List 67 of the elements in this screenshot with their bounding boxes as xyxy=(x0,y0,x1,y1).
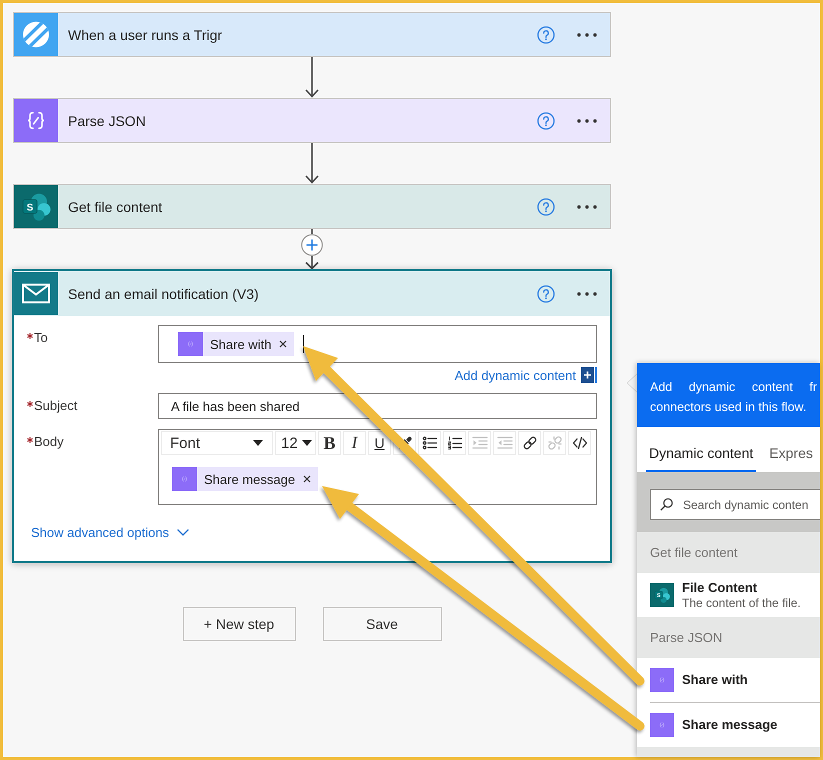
remove-icon[interactable] xyxy=(279,340,288,348)
step-title: Parse JSON xyxy=(68,112,146,128)
step-title: When a user runs a Trigr xyxy=(68,26,222,42)
braces-icon xyxy=(172,467,197,491)
help-icon[interactable] xyxy=(537,112,555,130)
advanced-options-link[interactable]: Show advanced options xyxy=(31,525,190,540)
underline-button[interactable]: U xyxy=(368,431,391,455)
font-dropdown[interactable]: Font xyxy=(161,431,273,455)
field-label: To xyxy=(34,330,48,345)
panel-tab[interactable]: Expres xyxy=(766,445,816,472)
more-icon[interactable] xyxy=(577,32,597,36)
more-icon[interactable] xyxy=(577,204,597,208)
intro-text: Add dynamic content fr connectors used in this flow. xyxy=(650,379,817,416)
step-title: Send an email notification (V3) xyxy=(68,286,259,302)
help-icon[interactable] xyxy=(537,284,555,302)
font-size-dropdown[interactable]: 12 xyxy=(275,431,316,455)
caret-icon xyxy=(302,440,312,446)
item-description: The content of the file. xyxy=(682,596,801,610)
field-label: Body xyxy=(34,434,64,449)
caret-icon xyxy=(253,440,263,446)
search-field[interactable]: Search dynamic conten xyxy=(650,489,820,520)
bold-button[interactable]: B xyxy=(318,431,341,455)
token-chip[interactable]: Share with xyxy=(178,332,294,356)
numbered-list-icon xyxy=(446,435,462,451)
bulleted-list-icon xyxy=(422,435,438,451)
step-title: Get file content xyxy=(68,198,162,214)
link-icon xyxy=(522,435,538,451)
letter-s-logo-icon: S xyxy=(14,185,58,228)
item-title: Share with xyxy=(682,672,748,688)
search-icon xyxy=(660,498,673,511)
token-input-field[interactable]: Share with xyxy=(158,325,597,363)
item-title: Share message xyxy=(682,717,778,733)
remove-icon[interactable] xyxy=(303,475,312,483)
add-step-icon[interactable] xyxy=(301,234,323,256)
connector-line xyxy=(311,229,313,234)
braces-icon xyxy=(650,668,674,692)
connector-arrow xyxy=(305,57,319,98)
numbered-list-button[interactable] xyxy=(443,431,466,455)
bulleted-list-button[interactable] xyxy=(418,431,441,455)
section-header: Get file content xyxy=(637,532,820,573)
save-button[interactable]: Save xyxy=(322,607,442,641)
add-square-icon xyxy=(581,367,597,383)
help-icon[interactable] xyxy=(537,26,555,44)
outdent-icon xyxy=(496,435,512,451)
help-icon[interactable] xyxy=(537,198,555,216)
item-title: File Content xyxy=(682,580,758,596)
braces-icon xyxy=(650,713,674,737)
italic-button[interactable]: I xyxy=(343,431,366,455)
text-input-field[interactable]: A file has been shared xyxy=(158,393,597,419)
more-icon[interactable] xyxy=(577,292,597,296)
code-icon xyxy=(572,435,588,451)
dynamic-content-link[interactable]: Add dynamic content xyxy=(454,367,597,383)
indent-icon xyxy=(472,435,488,451)
section-header: Parse JSON xyxy=(637,617,820,658)
link-button[interactable] xyxy=(518,431,541,455)
rich-text-editor[interactable]: Font 12 B I U Share message xyxy=(158,429,597,505)
broken-link-icon xyxy=(546,435,562,451)
chevron-down-icon xyxy=(177,529,190,536)
braces-icon xyxy=(14,99,58,142)
more-icon[interactable] xyxy=(577,118,597,122)
code-button[interactable] xyxy=(568,431,591,455)
connector-arrow xyxy=(305,143,319,184)
field-label: Subject xyxy=(34,398,78,413)
connector-arrow xyxy=(305,256,319,269)
token-chip[interactable]: Share message xyxy=(172,467,318,491)
braces-icon xyxy=(178,332,203,356)
new-step-button[interactable]: + New step xyxy=(182,607,296,641)
